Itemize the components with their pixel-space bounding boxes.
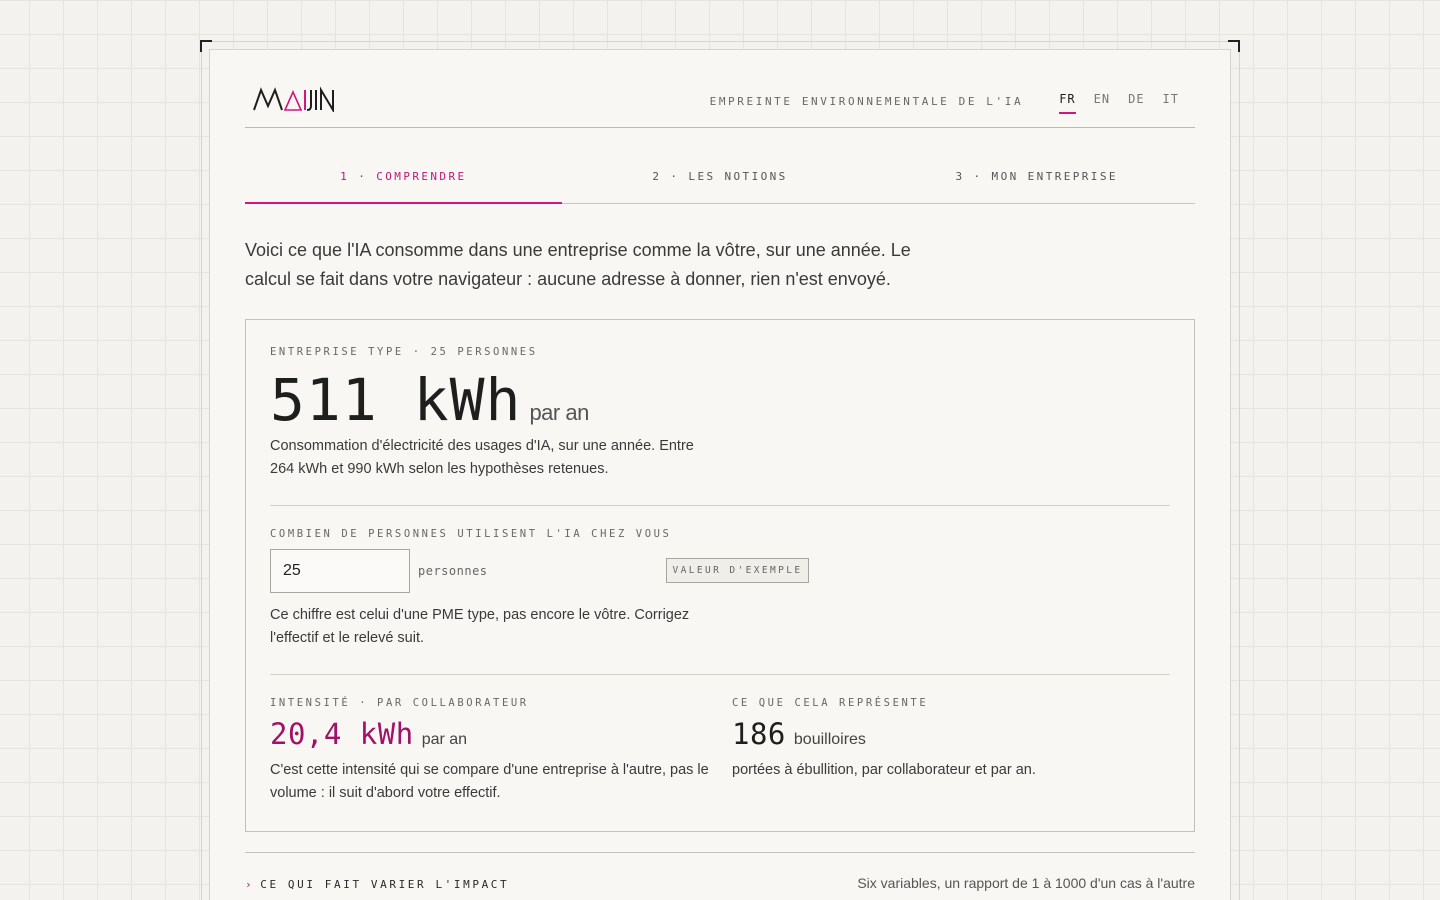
total-consumption: 511 kWh par an [270,366,589,434]
site-header: EMPREINTE ENVIRONNEMENTALE DE L'IA FR EN… [245,80,1195,128]
footer-divider [245,852,1195,853]
lang-it[interactable]: IT [1163,92,1179,110]
intensity-unit: par an [421,731,468,748]
example-value-button[interactable]: VALEUR D'EXEMPLE [666,558,809,583]
impact-variables-label: CE QUI FAIT VARIER L'IMPACT [260,878,510,891]
tab-comprendre[interactable]: 1 · COMPRENDRE [245,150,562,204]
intensity-description: C'est cette intensité qui se compare d'u… [270,762,709,801]
represents-stat: 186 bouilloires [732,717,1152,751]
tab-mon-entreprise[interactable]: 3 · MON ENTREPRISE [878,150,1195,203]
divider [270,505,1170,506]
people-unit: personnes [418,564,488,578]
represents-value: 186 [732,717,786,751]
intensity-value: 20,4 kWh [270,717,414,751]
represents-label: CE QUE CELA REPRÉSENTE [732,697,929,709]
intensity-label: INTENSITÉ · PAR COLLABORATEUR [270,697,529,709]
header-title: EMPREINTE ENVIRONNEMENTALE DE L'IA [709,94,1024,108]
step-tabs: 1 · COMPRENDRE 2 · LES NOTIONS 3 · MON E… [245,150,1195,204]
people-label: COMBIEN DE PERSONNES UTILISENT L'IA CHEZ… [270,528,672,540]
people-description: Ce chiffre est celui d'une PME type, pas… [270,607,690,646]
impact-variables-toggle[interactable]: › CE QUI FAIT VARIER L'IMPACT [245,878,509,891]
intensity-stat: 20,4 kWh par an [270,717,710,751]
tab-les-notions[interactable]: 2 · LES NOTIONS [562,150,879,203]
people-input[interactable]: 25 [270,549,410,593]
impact-variables-summary: Six variables, un rapport de 1 à 1000 d'… [857,875,1195,891]
chevron-right-icon: › [245,878,255,891]
divider [270,674,1170,675]
total-description: Consommation d'électricité des usages d'… [270,438,694,477]
lang-en[interactable]: EN [1094,92,1110,110]
intensity-block: INTENSITÉ · PAR COLLABORATEUR 20,4 kWh p… [270,697,710,805]
company-type-label: ENTREPRISE TYPE · 25 PERSONNES [270,346,538,358]
total-unit: par an [529,400,589,425]
represents-unit: bouilloires [793,731,866,748]
represents-block: CE QUE CELA REPRÉSENTE 186 bouilloires p… [732,697,1152,782]
represents-description: portées à ébullition, par collaborateur … [732,762,1036,778]
lang-de[interactable]: DE [1128,92,1144,110]
total-value: 511 kWh [270,366,522,434]
intro-text: Voici ce que l'IA consomme dans une entr… [245,240,911,289]
results-panel: ENTREPRISE TYPE · 25 PERSONNES 511 kWh p… [245,319,1195,832]
maijin-logo[interactable] [253,86,337,112]
lang-fr[interactable]: FR [1059,92,1077,114]
